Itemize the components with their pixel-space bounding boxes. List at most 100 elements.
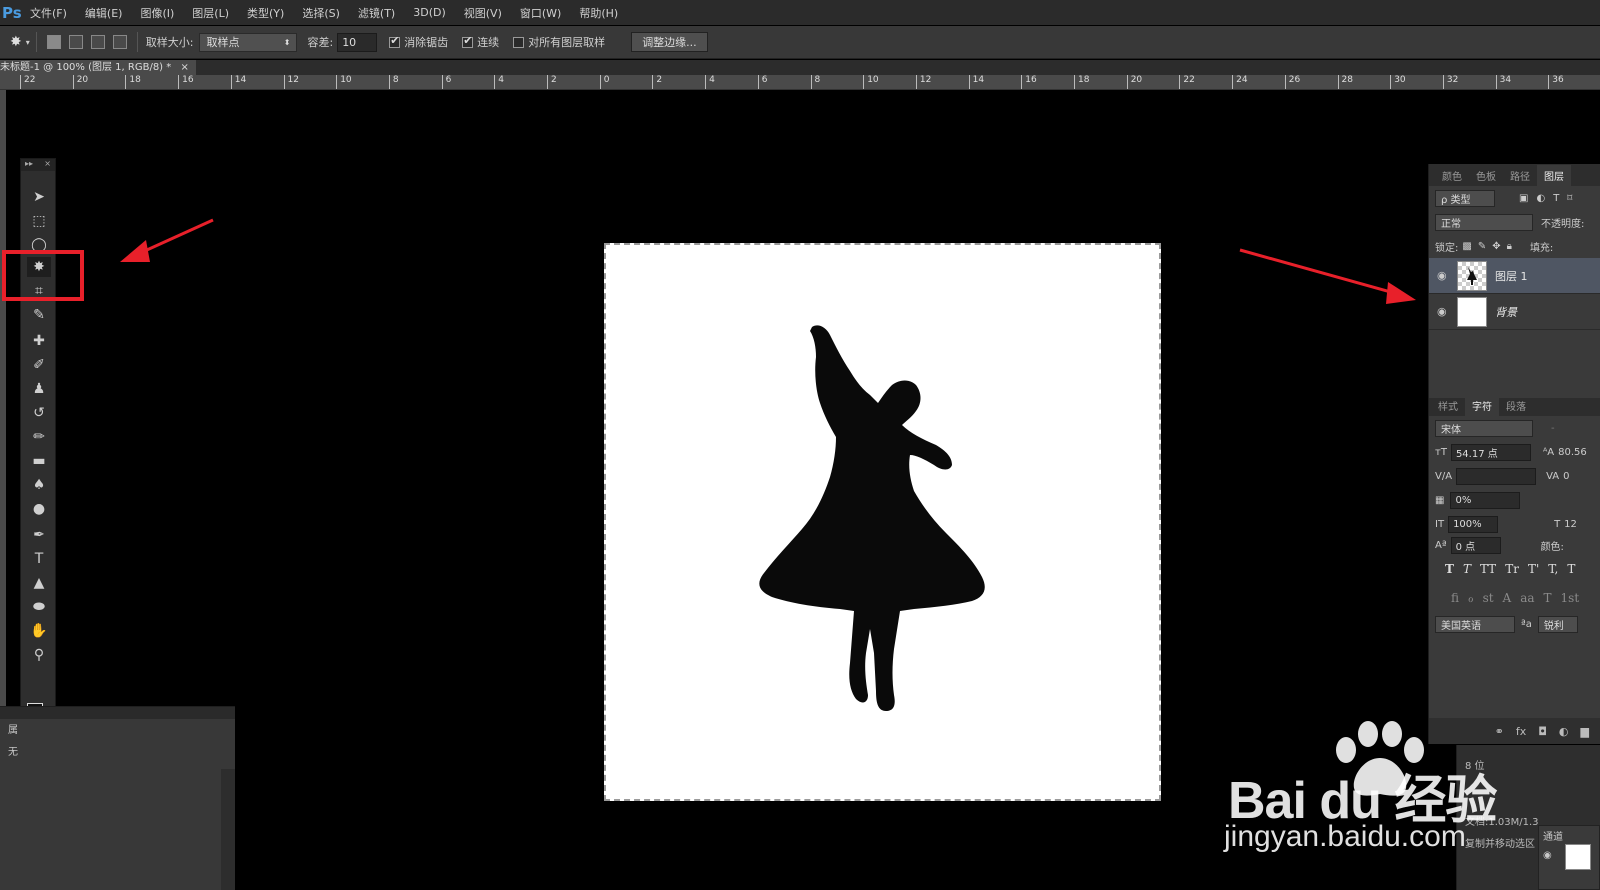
tsume-input[interactable]: 0% <box>1450 491 1521 509</box>
new-selection-button[interactable] <box>46 35 61 49</box>
aa-method-select[interactable]: 锐利 <box>1537 615 1578 633</box>
eye-icon[interactable]: ◉ <box>1437 269 1451 282</box>
rect-marquee-tool-icon[interactable]: ⬚ <box>27 211 51 231</box>
type-style-button[interactable]: Tr <box>1505 562 1519 576</box>
eye-icon[interactable]: ◉ <box>1543 850 1552 861</box>
tab-channels[interactable]: 通道 <box>1543 828 1563 843</box>
document-canvas[interactable] <box>604 243 1161 801</box>
lock-transparent-icon[interactable]: ▩ <box>1462 241 1471 252</box>
tab-character[interactable]: 字符 <box>1465 395 1499 416</box>
panel-footer-button[interactable]: ▆ <box>1581 725 1589 738</box>
hand-tool-icon[interactable]: ✋ <box>27 621 51 641</box>
type-style-button[interactable]: T, <box>1548 562 1558 576</box>
tolerance-input[interactable]: 10 <box>337 32 378 52</box>
opentype-button[interactable]: ℴ <box>1468 591 1474 605</box>
filter-adjust-icon[interactable]: ◐ <box>1536 193 1545 204</box>
type-style-button[interactable]: T <box>1567 562 1575 576</box>
add-selection-button[interactable] <box>68 35 83 49</box>
move-tool-icon[interactable]: ➤ <box>27 187 51 207</box>
menu-layer[interactable]: 图层(L) <box>192 5 229 21</box>
zoom-tool-icon[interactable]: ⚲ <box>27 645 51 665</box>
opentype-button[interactable]: fi <box>1451 591 1459 605</box>
healing-brush-tool-icon[interactable]: ✚ <box>27 331 51 351</box>
type-style-button[interactable]: T <box>1445 562 1454 576</box>
kerning-input[interactable] <box>1456 467 1537 485</box>
opentype-button[interactable]: T <box>1544 591 1552 605</box>
lock-all-icon[interactable]: 🔒︎ <box>1507 241 1512 252</box>
menu-type[interactable]: 类型(Y) <box>247 5 284 21</box>
panel-footer-button[interactable]: ◘ <box>1538 725 1547 738</box>
panel-footer-button[interactable]: ⚭ <box>1495 725 1504 738</box>
brush-tool-icon[interactable]: ✐ <box>27 355 51 375</box>
leading-value[interactable]: 80.56 <box>1558 447 1587 458</box>
tab-styles[interactable]: 样式 <box>1431 395 1465 416</box>
menu-filter[interactable]: 滤镜(T) <box>358 5 395 21</box>
document-tab[interactable]: 未标题-1 @ 100% (图层 1, RGB/8) * × <box>0 60 196 75</box>
tab-layers[interactable]: 图层 <box>1537 165 1571 186</box>
tab-paragraph[interactable]: 段落 <box>1499 395 1533 416</box>
dodge-tool-icon[interactable]: ● <box>27 499 51 519</box>
language-select[interactable]: 美国英语 <box>1435 615 1515 633</box>
menu-view[interactable]: 视图(V) <box>464 5 502 21</box>
chevron-down-icon[interactable]: ▾ <box>26 38 30 47</box>
all-layers-checkbox[interactable] <box>513 36 525 48</box>
opentype-button[interactable]: 1st <box>1561 591 1580 605</box>
intersect-selection-button[interactable] <box>112 35 127 49</box>
type-style-button[interactable]: T' <box>1528 562 1539 576</box>
layer-filter-select[interactable]: ρ 类型 <box>1435 189 1495 207</box>
tab-paths[interactable]: 路径 <box>1503 165 1537 186</box>
close-icon[interactable]: × <box>44 159 51 171</box>
font-family-select[interactable]: 宋体 <box>1435 419 1533 437</box>
layer-row[interactable]: ◉ 图层 1 <box>1429 258 1600 294</box>
type-style-button[interactable]: T <box>1463 562 1471 576</box>
vscale-input[interactable]: 100% <box>1448 515 1499 533</box>
menu-3d[interactable]: 3D(D) <box>413 6 446 19</box>
refine-edge-button[interactable]: 调整边缘... <box>631 32 708 52</box>
opentype-button[interactable]: A <box>1503 591 1512 605</box>
menu-window[interactable]: 窗口(W) <box>520 5 561 21</box>
menu-help[interactable]: 帮助(H) <box>579 5 618 21</box>
ellipse-tool-icon[interactable]: ⬬ <box>27 597 51 617</box>
tab-color[interactable]: 颜色 <box>1435 165 1469 186</box>
type-tool-icon[interactable]: T <box>27 549 51 569</box>
subtract-selection-button[interactable] <box>90 35 105 49</box>
menu-edit[interactable]: 编辑(E) <box>85 5 123 21</box>
contiguous-checkbox[interactable] <box>462 34 474 48</box>
properties-tab-label[interactable]: 属 <box>8 721 18 736</box>
tracking-value[interactable]: 0 <box>1563 471 1569 482</box>
panel-footer-button[interactable]: ◐ <box>1559 725 1569 738</box>
pen-tool-icon[interactable]: ✒ <box>27 525 51 545</box>
font-style-value[interactable]: - <box>1551 423 1555 434</box>
filter-type-icon[interactable]: T <box>1553 193 1559 204</box>
menu-file[interactable]: 文件(F) <box>30 5 67 21</box>
menu-select[interactable]: 选择(S) <box>302 5 340 21</box>
path-selection-tool-icon[interactable]: ▲ <box>27 573 51 593</box>
eye-icon[interactable]: ◉ <box>1437 305 1451 318</box>
opentype-button[interactable]: st <box>1483 591 1494 605</box>
type-style-button[interactable]: TT <box>1480 562 1496 576</box>
blur-tool-icon[interactable]: ♠ <box>27 475 51 495</box>
tab-swatches[interactable]: 色板 <box>1469 165 1503 186</box>
opentype-button[interactable]: aa <box>1520 591 1534 605</box>
sample-size-select[interactable]: 取样点 ⬍ <box>199 32 298 52</box>
antialias-checkbox[interactable] <box>389 34 401 48</box>
blend-mode-select[interactable]: 正常 <box>1435 213 1533 231</box>
font-size-input[interactable]: 54.17 点 <box>1450 443 1531 461</box>
filter-pixel-icon[interactable]: ▣ <box>1519 193 1528 204</box>
close-icon[interactable]: × <box>180 62 188 73</box>
panel-scrollbar[interactable] <box>221 769 235 890</box>
tool-preset-icon[interactable]: ✸ <box>10 34 22 50</box>
menu-image[interactable]: 图像(I) <box>140 5 174 21</box>
tools-panel-header[interactable]: ▸▸ × <box>21 159 55 171</box>
filter-shape-icon[interactable]: ⌑ <box>1567 193 1572 204</box>
eraser-tool-icon[interactable]: ✏ <box>27 427 51 447</box>
lock-position-icon[interactable]: ✥ <box>1492 241 1500 252</box>
collapse-icon[interactable]: ▸▸ <box>25 159 33 171</box>
eyedropper-tool-icon[interactable]: ✎ <box>27 305 51 325</box>
layer-row[interactable]: ◉ 背景 <box>1429 294 1600 330</box>
history-brush-tool-icon[interactable]: ↺ <box>27 403 51 423</box>
clone-stamp-tool-icon[interactable]: ♟ <box>27 379 51 399</box>
hscale-value[interactable]: 12 <box>1564 519 1577 530</box>
gradient-tool-icon[interactable]: ▬ <box>27 451 51 471</box>
lock-brush-icon[interactable]: ✎ <box>1478 241 1486 252</box>
